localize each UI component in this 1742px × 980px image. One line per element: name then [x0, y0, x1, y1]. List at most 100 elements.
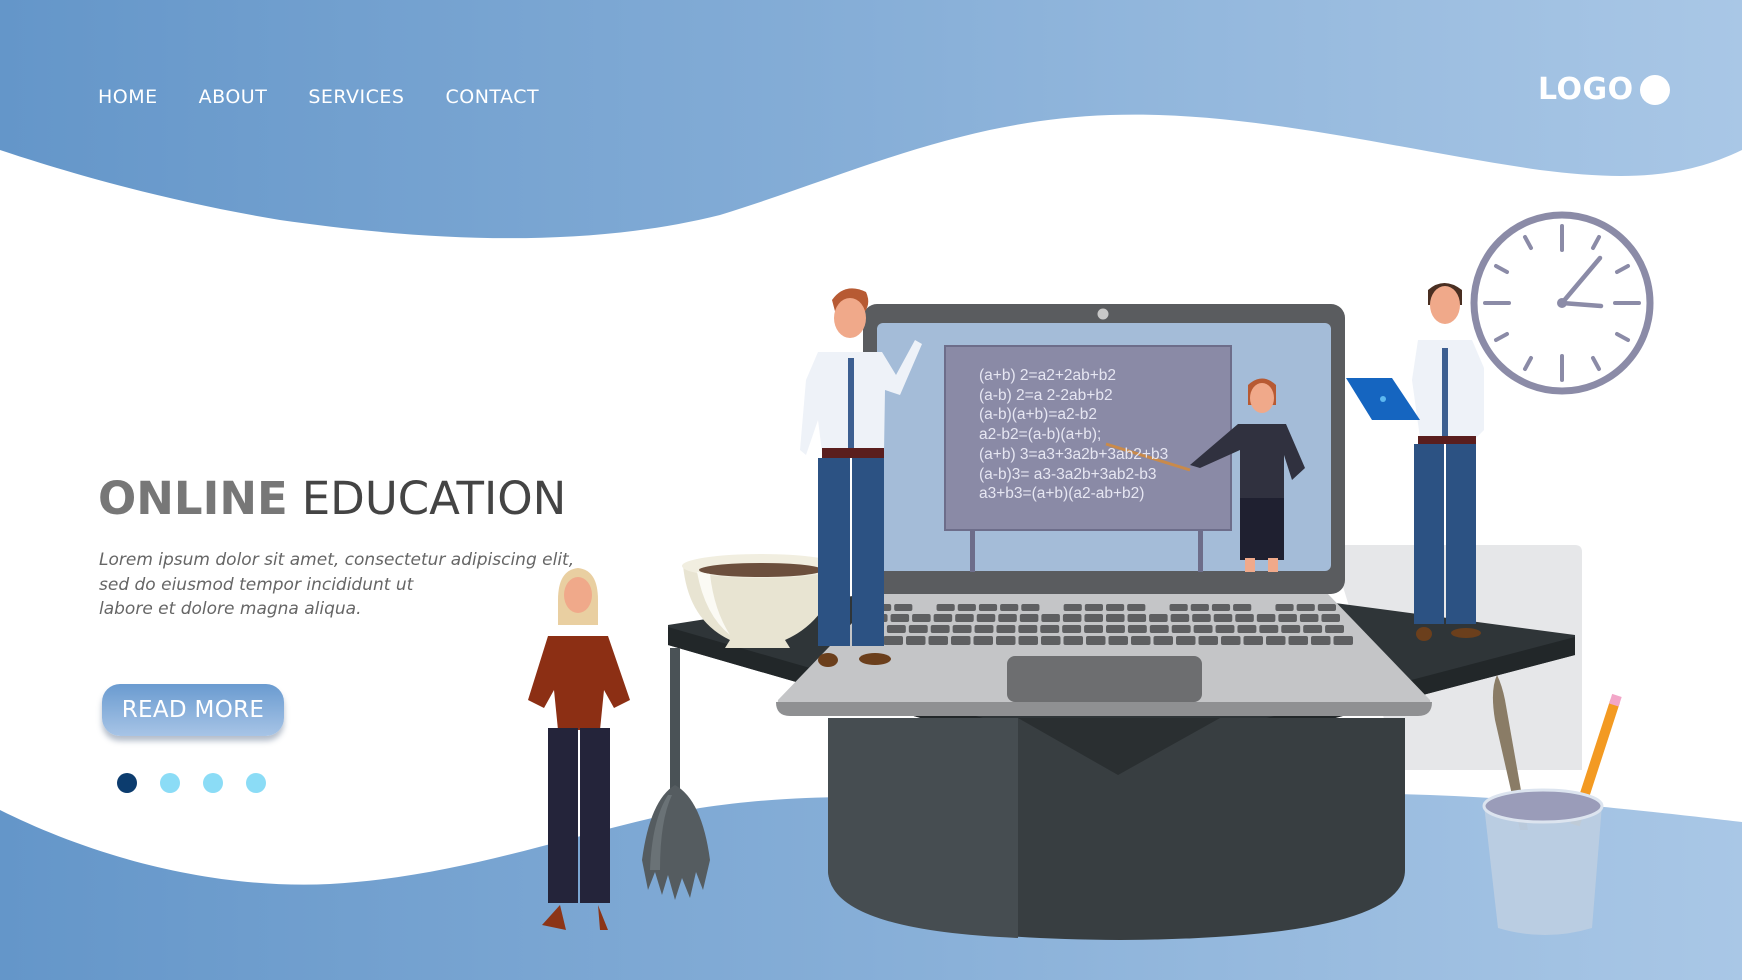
keyboard-key [973, 636, 993, 645]
keyboard-key [974, 625, 994, 633]
carousel-dot-1[interactable] [117, 773, 137, 793]
top-wave [0, 0, 1742, 239]
keyboard-key [1086, 636, 1106, 645]
keyboard-key [1018, 625, 1038, 633]
keyboard-key [1041, 636, 1061, 645]
keyboard-key [1127, 614, 1147, 622]
keyboard-key [1215, 625, 1235, 633]
touchpad [1007, 656, 1202, 702]
keyboard-key [886, 625, 906, 633]
keyboard-key [1235, 614, 1254, 622]
carousel-dot-2[interactable] [160, 773, 180, 793]
formula-line: (a+b) 3=a3+3a2b+3ab2+b3 [979, 445, 1169, 463]
formula-line: (a-b)3= a3-3a2b+3ab2-b3 [979, 465, 1157, 483]
keyboard-key [1321, 614, 1340, 622]
keyboard-key [1106, 614, 1125, 622]
keyboard-key [1259, 625, 1279, 633]
keyboard-key [1062, 625, 1082, 633]
keyboard-key [1106, 604, 1125, 611]
keyboard-key [1106, 625, 1125, 633]
keyboard-key [996, 636, 1016, 645]
keyboard-key [1243, 636, 1263, 645]
carousel-dots [117, 773, 289, 793]
keyboard-key [1171, 625, 1191, 633]
keyboard-key [1275, 604, 1294, 611]
keyboard-key [930, 625, 950, 633]
carousel-dot-3[interactable] [203, 773, 223, 793]
keyboard-key [1169, 604, 1188, 611]
keyboard-key [1278, 614, 1297, 622]
keyboard-key [906, 636, 926, 645]
nav-about[interactable]: ABOUT [199, 86, 268, 108]
formula-line: (a-b)(a+b)=a2-b2 [979, 406, 1098, 424]
keyboard-key [1288, 636, 1308, 645]
keyboard-key [1192, 614, 1211, 622]
formula-line: a2-b2=(a-b)(a+b); [979, 426, 1102, 444]
keyboard-key [908, 625, 928, 633]
title-part-online: ONLINE [98, 472, 288, 525]
description-line: labore et dolore magna aliqua. [99, 599, 362, 619]
circle-icon [1639, 74, 1670, 105]
formula-line: (a+b) 2=a2+2ab+b2 [979, 367, 1117, 384]
keyboard-key [952, 625, 972, 633]
logo[interactable]: LOGO [1538, 72, 1670, 107]
keyboard-key [1221, 636, 1241, 645]
keyboard-key [1084, 604, 1103, 611]
keyboard-key [1131, 636, 1151, 645]
keyboard-key [933, 614, 953, 622]
keyboard-key [955, 614, 974, 622]
keyboard-key [1084, 614, 1103, 622]
hero-description: Lorem ipsum dolor sit amet, consectetur … [99, 548, 579, 622]
keyboard-key [957, 604, 976, 611]
formula-line: a3+b3=(a+b)(a2-ab+b2) [979, 485, 1145, 503]
carousel-dot-4[interactable] [246, 773, 266, 793]
page-title: ONLINE EDUCATION [98, 472, 566, 525]
keyboard-key [1256, 614, 1276, 622]
keyboard-key [1063, 604, 1082, 611]
keyboard-key [998, 614, 1017, 622]
keyboard-key [1108, 636, 1128, 645]
keyboard-key [912, 614, 931, 622]
keyboard-key [1299, 614, 1319, 622]
nav-home[interactable]: HOME [98, 86, 158, 108]
formula-line: (a-b) 2=a 2-2ab+b2 [979, 386, 1113, 404]
read-more-button[interactable]: READ MORE [102, 684, 284, 736]
keyboard-key [883, 636, 903, 645]
keyboard-key [894, 604, 913, 611]
nav-contact[interactable]: CONTACT [445, 86, 539, 108]
keyboard-key [890, 614, 910, 622]
logo-text: LOGO [1538, 72, 1634, 107]
title-part-education: EDUCATION [301, 472, 567, 525]
keyboard-key [976, 614, 996, 622]
keyboard-key [1211, 604, 1231, 611]
keyboard-key [951, 636, 971, 645]
keyboard-key [1176, 636, 1196, 645]
keyboard-key [1281, 625, 1301, 633]
keyboard-key [1296, 604, 1315, 611]
keyboard-key [1170, 614, 1190, 622]
keyboard-key [1153, 636, 1173, 645]
keyboard-key [1149, 625, 1169, 633]
keyboard-key [1303, 625, 1323, 633]
keyboard-key [1127, 625, 1147, 633]
keyboard-key [996, 625, 1016, 633]
clock-icon [1470, 211, 1654, 395]
keyboard-key [1018, 636, 1038, 645]
keyboard-key [1237, 625, 1257, 633]
keyboard-key [1333, 636, 1353, 645]
keyboard-key [928, 636, 948, 645]
keyboard-key [1266, 636, 1286, 645]
keyboard-key [1190, 604, 1209, 611]
keyboard-key [1084, 625, 1103, 633]
keyboard-key [1063, 636, 1083, 645]
keyboard-key [1198, 636, 1218, 645]
keyboard-key [1040, 625, 1060, 633]
keyboard-key [1062, 614, 1082, 622]
keyboard-key [1311, 636, 1331, 645]
keyboard-key [1149, 614, 1168, 622]
keyboard-key [978, 604, 998, 611]
blackboard-formulas: (a+b) 2=a2+2ab+b2 (a-b) 2=a 2-2ab+b2 (a-… [979, 366, 1168, 504]
keyboard-key [1019, 614, 1039, 622]
cap-body-shade [828, 718, 1018, 938]
nav-services[interactable]: SERVICES [308, 86, 404, 108]
